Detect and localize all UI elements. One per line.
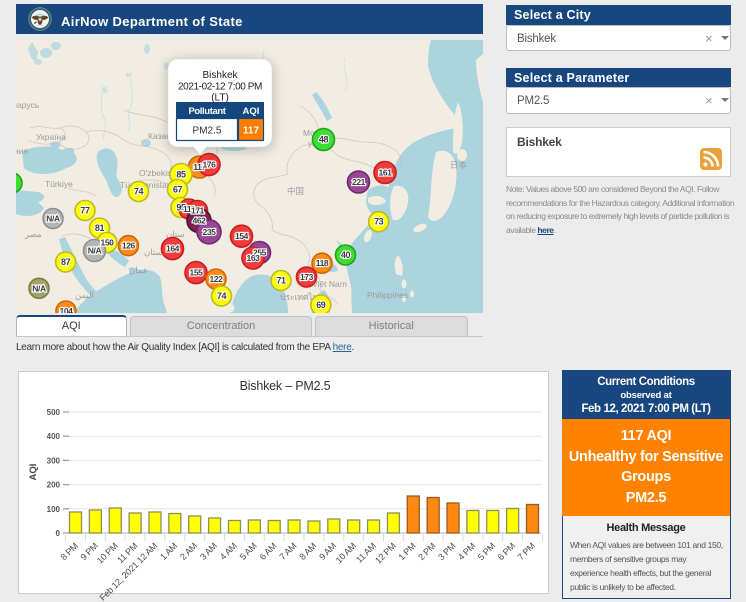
svg-text:3 AM: 3 AM: [198, 541, 219, 562]
svg-text:300: 300: [47, 456, 61, 465]
svg-text:67: 67: [173, 185, 183, 195]
svg-text:2 PM: 2 PM: [416, 541, 437, 562]
svg-text:5 PM: 5 PM: [476, 541, 497, 562]
svg-text:104: 104: [60, 306, 74, 313]
svg-text:176: 176: [203, 160, 217, 170]
svg-text:ларусь: ларусь: [16, 100, 40, 110]
svg-text:3 PM: 3 PM: [436, 541, 457, 562]
svg-text:87: 87: [61, 257, 71, 267]
svg-text:10 PM: 10 PM: [95, 541, 120, 566]
svg-text:118: 118: [316, 258, 329, 268]
svg-text:155: 155: [190, 268, 204, 278]
svg-text:مصر: مصر: [24, 229, 42, 240]
svg-text:Pollutant: Pollutant: [188, 106, 226, 117]
svg-text:中国: 中国: [287, 186, 304, 196]
svg-text:161: 161: [379, 168, 393, 178]
svg-text:117: 117: [243, 126, 260, 137]
svg-text:1 AM: 1 AM: [158, 541, 179, 562]
svg-text:7 PM: 7 PM: [516, 541, 537, 562]
svg-text:200: 200: [47, 481, 61, 490]
svg-text:6 PM: 6 PM: [496, 541, 517, 562]
svg-text:AQI: AQI: [243, 106, 260, 117]
svg-text:0: 0: [56, 529, 61, 538]
svg-text:8 PM: 8 PM: [59, 541, 80, 562]
svg-text:150: 150: [101, 238, 115, 248]
svg-text:126: 126: [122, 241, 136, 251]
svg-text:77: 77: [80, 206, 90, 216]
svg-text:154: 154: [235, 231, 249, 241]
svg-text:5 AM: 5 AM: [238, 541, 259, 562]
svg-text:PM2.5: PM2.5: [193, 126, 222, 137]
svg-text:74: 74: [217, 291, 227, 301]
svg-text:4 AM: 4 AM: [218, 541, 239, 562]
svg-text:171: 171: [191, 206, 205, 216]
svg-text:عمان: عمان: [129, 265, 148, 275]
svg-text:7 AM: 7 AM: [277, 541, 298, 562]
svg-text:10 AM: 10 AM: [334, 541, 358, 565]
svg-text:ния: ния: [16, 146, 28, 156]
svg-text:462: 462: [193, 216, 207, 226]
svg-text:69: 69: [316, 300, 326, 310]
svg-text:Bishkek: Bishkek: [202, 70, 238, 81]
svg-text:173: 173: [300, 272, 314, 282]
svg-text:48: 48: [319, 135, 329, 145]
svg-text:122: 122: [210, 274, 224, 284]
svg-text:500: 500: [47, 408, 61, 417]
svg-text:ستان: ستان: [144, 247, 163, 257]
svg-text:AQI: AQI: [28, 464, 39, 481]
svg-text:164: 164: [166, 244, 180, 254]
svg-text:4 PM: 4 PM: [456, 541, 477, 562]
svg-text:N/A: N/A: [46, 214, 60, 224]
svg-text:Türkiye: Türkiye: [45, 179, 73, 189]
svg-text:73: 73: [374, 217, 384, 227]
svg-text:100: 100: [47, 505, 61, 514]
svg-text:2021-02-12 7:00 PM: 2021-02-12 7:00 PM: [178, 82, 262, 93]
svg-text:74: 74: [134, 187, 144, 197]
svg-text:400: 400: [47, 432, 61, 441]
svg-text:日本: 日本: [450, 160, 468, 170]
svg-text:(LT): (LT): [211, 93, 229, 104]
svg-text:85: 85: [176, 170, 186, 180]
svg-text:12 PM: 12 PM: [373, 541, 398, 566]
svg-text:221: 221: [352, 177, 366, 187]
svg-text:71: 71: [276, 276, 286, 286]
svg-text:Việt Nam: Việt Nam: [312, 279, 347, 289]
svg-text:6 AM: 6 AM: [258, 541, 279, 562]
svg-text:Philippines: Philippines: [367, 290, 408, 300]
svg-text:81: 81: [95, 223, 105, 233]
svg-text:N/A: N/A: [88, 246, 102, 256]
svg-text:1 PM: 1 PM: [396, 541, 417, 562]
svg-text:8 AM: 8 AM: [297, 541, 318, 562]
svg-text:235: 235: [203, 227, 217, 237]
svg-text:163: 163: [247, 253, 261, 263]
svg-text:Bishkek – PM2.5: Bishkek – PM2.5: [240, 379, 331, 393]
svg-text:N/A: N/A: [32, 283, 46, 293]
svg-text:Україна: Україна: [36, 132, 66, 142]
svg-text:اليمن: اليمن: [75, 290, 94, 301]
svg-text:2 AM: 2 AM: [178, 541, 199, 562]
svg-text:40: 40: [341, 250, 351, 260]
